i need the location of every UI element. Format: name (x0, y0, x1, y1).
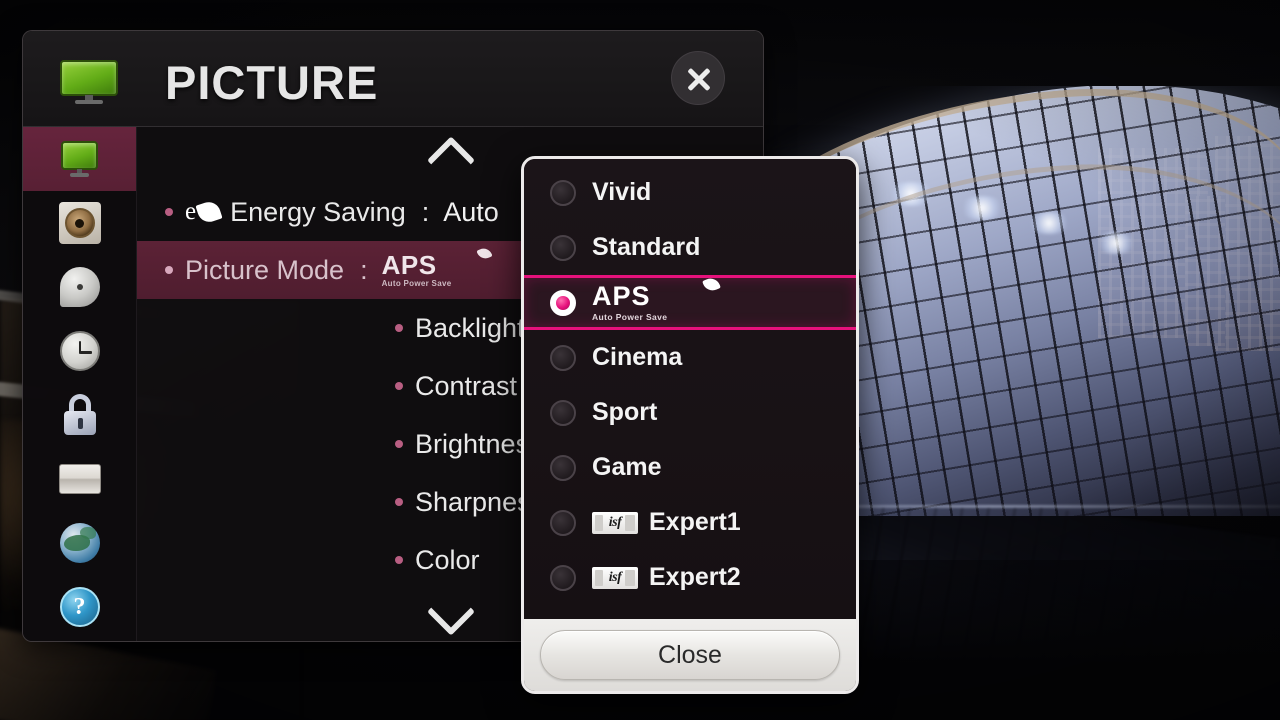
tv-settings-screen: PICTURE ? e Energy Saving: Auto Picture… (0, 0, 1280, 720)
mode-option-sport[interactable]: Sport (524, 385, 856, 440)
radio-button[interactable] (550, 399, 576, 426)
panel-header: PICTURE (23, 31, 763, 127)
sidebar-item-option[interactable] (23, 447, 136, 511)
dialog-footer: Close (524, 619, 856, 691)
mode-option-vivid[interactable]: Vivid (524, 165, 856, 220)
aps-subtext: Auto Power Save (592, 312, 668, 323)
question-mark-icon: ? (59, 587, 100, 627)
row-bullet (165, 266, 173, 274)
setting-colon: : (360, 254, 368, 285)
mode-label: Game (592, 453, 662, 481)
isf-badge-icon: isf (592, 566, 638, 589)
tv-screen-icon (57, 139, 103, 179)
picture-mode-options: Vivid Standard APS Auto Power Save Cinem… (524, 159, 856, 625)
setting-value: Auto (443, 196, 499, 227)
mode-option-standard[interactable]: Standard (524, 220, 856, 275)
row-bullet (395, 324, 403, 332)
sidebar-item-support[interactable]: ? (23, 575, 136, 639)
setting-label: Energy Saving (230, 196, 406, 227)
tv-screen-icon (53, 57, 125, 107)
setting-label: Picture Mode (185, 254, 345, 285)
padlock-icon (61, 394, 99, 436)
radio-button[interactable] (550, 179, 576, 206)
mode-label: Expert1 (649, 508, 741, 536)
close-button[interactable]: Close (540, 630, 840, 680)
mode-label: Standard (592, 233, 701, 261)
sidebar-item-channel[interactable] (23, 255, 136, 319)
mode-label: Expert2 (649, 563, 741, 591)
row-bullet (395, 382, 403, 390)
sidebar-item-time[interactable] (23, 319, 136, 383)
isf-badge-text: isf (608, 514, 622, 530)
radio-button[interactable] (550, 344, 576, 371)
aps-text: APS (381, 250, 437, 280)
radio-button[interactable] (550, 564, 576, 591)
isf-badge-icon: isf (592, 511, 638, 534)
card-icon (58, 464, 101, 494)
aps-text: APS (592, 281, 651, 312)
row-bullet (395, 440, 403, 448)
aps-logo: APS Auto Power Save (381, 245, 494, 288)
page-title: PICTURE (165, 56, 379, 109)
satellite-disc-icon (59, 267, 100, 307)
globe-icon (59, 523, 100, 563)
mode-label: Cinema (592, 343, 683, 371)
mode-option-cinema[interactable]: Cinema (524, 330, 856, 385)
sidebar-item-lock[interactable] (23, 383, 136, 447)
row-bullet (395, 498, 403, 506)
row-bullet (395, 556, 403, 564)
row-bullet (165, 208, 173, 216)
sidebar: ? (23, 127, 137, 641)
sidebar-item-network[interactable] (23, 511, 136, 575)
radio-button[interactable] (550, 234, 576, 261)
radio-button-selected[interactable] (550, 289, 576, 316)
mode-option-game[interactable]: Game (524, 440, 856, 495)
mode-option-aps[interactable]: APS Auto Power Save (524, 275, 856, 330)
isf-badge-text: isf (608, 569, 622, 585)
aps-subtext: Auto Power Save (381, 279, 452, 288)
speaker-icon (58, 202, 101, 244)
aps-logo: APS Auto Power Save (592, 275, 722, 323)
radio-button[interactable] (550, 509, 576, 536)
close-icon[interactable] (671, 51, 725, 105)
sidebar-item-audio[interactable] (23, 191, 136, 255)
mode-label: Sport (592, 398, 658, 426)
eco-leaf-icon: e (185, 198, 223, 226)
clock-icon (59, 331, 100, 371)
setting-label: Color (415, 544, 480, 575)
setting-label: Contrast (415, 370, 518, 401)
radio-button[interactable] (550, 454, 576, 481)
setting-colon: : (421, 196, 430, 227)
picture-mode-dialog: Vivid Standard APS Auto Power Save Cinem… (521, 156, 859, 694)
mode-option-expert1[interactable]: isf Expert1 (524, 495, 856, 550)
mode-option-expert2[interactable]: isf Expert2 (524, 550, 856, 605)
setting-label: Backlight (415, 312, 525, 343)
sidebar-item-picture[interactable] (23, 127, 136, 191)
mode-label: Vivid (592, 178, 652, 206)
